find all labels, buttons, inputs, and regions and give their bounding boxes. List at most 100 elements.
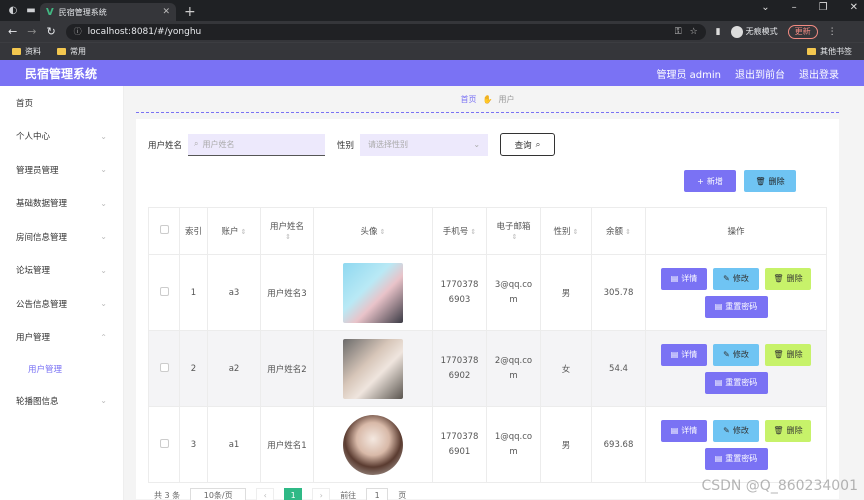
detail-button[interactable]: ▤ 详情 [661, 267, 707, 290]
incognito-label: 无痕模式 [745, 27, 778, 36]
reset-password-button[interactable]: ▤ 重置密码 [704, 371, 768, 394]
minimize-button[interactable]: – [792, 2, 797, 13]
url-field[interactable]: ⓘ localhost:8081/#/yonghu ⚿ ☆ [65, 23, 706, 40]
edit-button[interactable]: ✎ 修改 [713, 419, 759, 442]
cell-ops: ▤ 详情 ✎ 修改 🗑 删除 ▤ 重置密码 [645, 330, 827, 407]
reset-password-button[interactable]: ▤ 重置密码 [704, 447, 768, 470]
name-search-input[interactable]: ⌕ 用户姓名 [188, 133, 326, 156]
cell-phone: 17703786903 [432, 254, 487, 331]
sidebar-item-home[interactable]: 首页 [0, 86, 123, 120]
forward-arrow-icon[interactable]: → [27, 25, 36, 38]
row-checkbox[interactable] [148, 406, 180, 483]
vue-logo-icon: V [46, 6, 54, 18]
sidebar-item-notices[interactable]: 公告信息管理 ⌄ [0, 287, 123, 321]
pagination: 共 3 条 10条/页 ‹ 1 › 前往 1 页 [154, 488, 406, 500]
reset-password-button[interactable]: ▤ 重置密码 [704, 295, 768, 318]
cell-email: 1@qq.com [486, 406, 541, 483]
detail-button[interactable]: ▤ 详情 [661, 419, 707, 442]
delete-button[interactable]: 🗑 删除 [765, 267, 811, 290]
cell-gender: 女 [540, 330, 592, 407]
edit-button[interactable]: ✎ 修改 [713, 267, 759, 290]
tab-close-icon[interactable]: ✕ [162, 7, 170, 17]
add-button[interactable]: + 新增 [684, 170, 736, 192]
bookmarks-bar: 资料 常用 其他书签 [0, 42, 864, 60]
current-page-button[interactable]: 1 [284, 488, 303, 500]
delete-button[interactable]: 🗑 删除 [765, 419, 811, 442]
goto-page-input[interactable]: 1 [366, 488, 389, 500]
page-size-select[interactable]: 10条/页 [190, 488, 247, 500]
edit-button[interactable]: ✎ 修改 [713, 343, 759, 366]
cell-phone: 17703786902 [432, 330, 487, 407]
sort-icon: ⇕ [511, 233, 518, 241]
row-checkbox[interactable] [148, 254, 180, 331]
col-ops: 操作 [645, 207, 827, 255]
new-tab-button[interactable]: + [184, 3, 196, 21]
document-icon: ▤ [714, 454, 723, 463]
col-avatar[interactable]: 头像 ⇕ [313, 207, 433, 255]
update-button[interactable]: 更新 [787, 24, 818, 39]
trash-icon: 🗑 [773, 274, 784, 283]
window-close-button[interactable]: ✕ [850, 2, 858, 13]
cell-gender: 男 [540, 254, 592, 331]
col-balance[interactable]: 余额 ⇕ [591, 207, 646, 255]
col-phone[interactable]: 手机号 ⇕ [432, 207, 487, 255]
browser-tab[interactable]: V 民宿管理系统 ✕ [40, 3, 176, 21]
detail-button[interactable]: ▤ 详情 [661, 343, 707, 366]
gender-select[interactable]: 请选择性别 ⌄ [360, 133, 489, 156]
batch-delete-button[interactable]: 🗑 删除 [744, 170, 796, 192]
content-panel: 用户姓名 ⌕ 用户姓名 性别 请选择性别 ⌄ 查询 ⌕ + 新增 🗑 删除 索引 账户 ⇕ … [136, 119, 839, 499]
sidebar-item-users[interactable]: 用户管理 ⌃ [0, 321, 123, 355]
browser-profile-icon[interactable]: ◐ [4, 0, 22, 21]
prev-page-button[interactable]: ‹ [256, 488, 275, 500]
logout-link[interactable]: 退出登录 [799, 66, 839, 81]
app-header: 民宿管理系统 管理员 admin 退出到前台 退出登录 [0, 60, 864, 86]
chevron-down-icon: ⌄ [100, 131, 107, 141]
bookmark-ziliao[interactable]: 资料 [12, 46, 41, 57]
col-account[interactable]: 账户 ⇕ [207, 207, 261, 255]
sidebar-subitem-user-manage[interactable]: 用户管理 [0, 354, 123, 384]
sort-icon: ⇕ [285, 233, 291, 241]
maximize-button[interactable]: ❐ [819, 2, 828, 13]
breadcrumb-home[interactable]: 首页 [461, 94, 477, 105]
delete-button[interactable]: 🗑 删除 [765, 343, 811, 366]
chevron-down-icon: ⌄ [100, 198, 107, 208]
reload-icon[interactable]: ↻ [46, 25, 55, 38]
col-email[interactable]: 电子邮箱 ⇕ [486, 207, 541, 255]
cell-account: a3 [207, 254, 261, 331]
col-name[interactable]: 用户姓名 ⇕ [260, 207, 314, 255]
incognito-indicator[interactable]: 无痕模式 [730, 25, 778, 38]
user-table: 索引 账户 ⇕ 用户姓名 ⇕ 头像 ⇕ 手机号 ⇕ 电子邮箱 ⇕ 性别 ⇕ 余额 ⇕ 操作 1… [148, 207, 827, 483]
cell-index: 1 [179, 254, 208, 331]
bookmark-changyong[interactable]: 常用 [57, 46, 86, 57]
sidebar-item-profile[interactable]: 个人中心 ⌄ [0, 120, 123, 154]
cell-name: 用户姓名2 [260, 330, 314, 407]
sidebar-item-admins[interactable]: 管理员管理 ⌄ [0, 153, 123, 187]
side-panel-icon[interactable]: ▮ [716, 27, 721, 37]
menu-kebab-icon[interactable]: ⋮ [828, 27, 837, 37]
row-checkbox[interactable] [148, 330, 180, 407]
bookmark-star-icon[interactable]: ☆ [690, 27, 698, 37]
sidebar-item-basic-data[interactable]: 基础数据管理 ⌄ [0, 187, 123, 221]
to-front-link[interactable]: 退出到前台 [735, 66, 785, 81]
col-gender[interactable]: 性别 ⇕ [540, 207, 592, 255]
back-arrow-icon[interactable]: ← [8, 25, 17, 38]
query-button[interactable]: 查询 ⌕ [500, 133, 556, 156]
table-header-row: 索引 账户 ⇕ 用户姓名 ⇕ 头像 ⇕ 手机号 ⇕ 电子邮箱 ⇕ 性别 ⇕ 余额 ⇕ 操作 [148, 207, 827, 255]
sidebar: 首页 个人中心 ⌄ 管理员管理 ⌄ 基础数据管理 ⌄ 房间信息管理 ⌄ 论坛管理 ⌄ 公告… [0, 86, 124, 500]
next-page-button[interactable]: › [312, 488, 331, 500]
sidebar-item-carousel[interactable]: 轮播图信息 ⌄ [0, 384, 123, 418]
chevron-down-icon: ⌄ [100, 299, 107, 309]
other-bookmarks[interactable]: 其他书签 [807, 46, 852, 57]
folder-icon [807, 48, 816, 55]
site-info-icon[interactable]: ⓘ [74, 26, 82, 37]
cell-account: a1 [207, 406, 261, 483]
key-icon[interactable]: ⚿ [675, 27, 682, 37]
cell-avatar [313, 330, 433, 407]
tab-list-chevron-icon[interactable]: ⌄ [761, 2, 769, 13]
select-all-checkbox[interactable] [148, 207, 180, 255]
gender-label: 性别 [337, 140, 355, 151]
sidebar-item-rooms[interactable]: 房间信息管理 ⌄ [0, 220, 123, 254]
tab-search-icon[interactable]: ▬ [22, 0, 40, 21]
sidebar-item-forum[interactable]: 论坛管理 ⌄ [0, 254, 123, 288]
cell-index: 2 [179, 330, 208, 407]
